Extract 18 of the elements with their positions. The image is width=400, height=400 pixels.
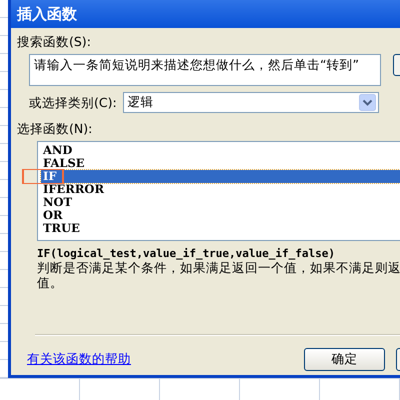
search-field[interactable]: 请输入一条简短说明来描述您想做什么，然后单击“转到” xyxy=(29,54,381,86)
category-dropdown[interactable]: 逻辑 xyxy=(122,92,379,113)
function-description: 判断是否满足某个条件，如果满足返回一个值，如果不满足则返 值。 xyxy=(37,260,400,290)
help-link[interactable]: 有关该函数的帮助 xyxy=(27,351,131,368)
function-item[interactable]: IF xyxy=(41,170,400,183)
function-item[interactable]: TRUE xyxy=(41,222,400,235)
function-item[interactable]: OR xyxy=(41,209,400,222)
function-signature: IF(logical_test,value_if_true,value_if_false) xyxy=(37,247,336,260)
function-item[interactable]: FALSE xyxy=(41,157,400,170)
ok-button[interactable]: 确定 xyxy=(304,348,385,371)
highlight-box xyxy=(22,169,64,184)
category-label: 或选择类别(C): xyxy=(29,94,117,110)
function-item[interactable]: IFERROR xyxy=(41,183,400,196)
search-label: 搜索函数(S): xyxy=(17,34,92,50)
window-title: 插入函数 xyxy=(17,4,77,24)
function-list-label: 选择函数(N): xyxy=(17,121,94,137)
function-item[interactable]: NOT xyxy=(41,196,400,209)
function-item[interactable]: AND xyxy=(41,144,400,157)
